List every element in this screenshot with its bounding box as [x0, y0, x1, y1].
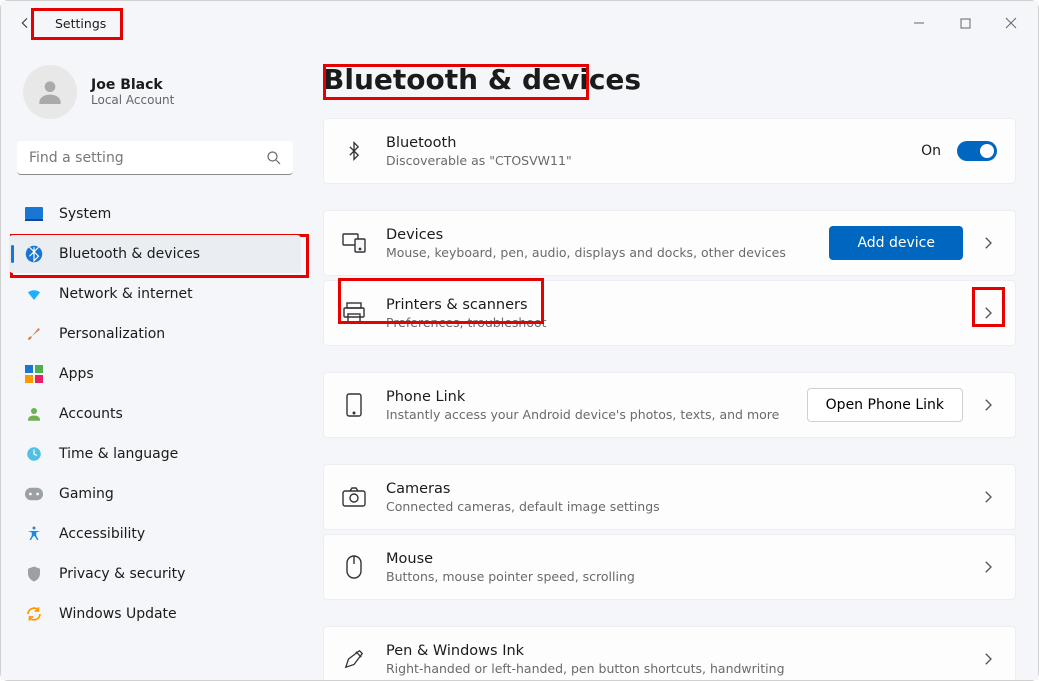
nav-apps[interactable]: Apps	[9, 355, 301, 393]
sidebar: Joe Black Local Account System Bluetooth…	[1, 45, 309, 680]
card-pen-windows-ink[interactable]: Pen & Windows Ink Right-handed or left-h…	[323, 626, 1016, 680]
nav-privacy-security[interactable]: Privacy & security	[9, 555, 301, 593]
nav-label: Accessibility	[59, 526, 145, 542]
shield-icon	[25, 565, 43, 583]
nav-label: Personalization	[59, 326, 165, 342]
person-icon	[25, 405, 43, 423]
card-sub: Connected cameras, default image setting…	[386, 499, 959, 514]
maximize-button[interactable]	[942, 7, 988, 39]
card-sub: Right-handed or left-handed, pen button …	[386, 661, 959, 676]
nav-accounts[interactable]: Accounts	[9, 395, 301, 433]
annotation-settings	[31, 8, 123, 40]
nav-bluetooth-devices[interactable]: Bluetooth & devices	[9, 235, 301, 273]
nav-label: Time & language	[59, 446, 178, 462]
card-bluetooth[interactable]: Bluetooth Discoverable as "CTOSVW11" On	[323, 118, 1016, 184]
nav-label: Windows Update	[59, 606, 177, 622]
card-title: Devices	[386, 227, 809, 243]
clock-icon	[25, 445, 43, 463]
card-mouse[interactable]: Mouse Buttons, mouse pointer speed, scro…	[323, 534, 1016, 600]
chevron-right-icon	[979, 396, 997, 414]
nav-accessibility[interactable]: Accessibility	[9, 515, 301, 553]
nav-label: Accounts	[59, 406, 123, 422]
bluetooth-state: On	[921, 143, 941, 159]
nav-label: Privacy & security	[59, 566, 185, 582]
account-name: Joe Black	[91, 77, 174, 93]
update-icon	[25, 605, 43, 623]
chevron-right-icon	[979, 558, 997, 576]
accessibility-icon	[25, 525, 43, 543]
avatar	[23, 65, 77, 119]
chevron-right-icon	[979, 650, 997, 668]
bluetooth-icon	[25, 245, 43, 263]
bluetooth-toggle[interactable]	[957, 141, 997, 161]
wifi-icon	[25, 285, 43, 303]
card-title: Cameras	[386, 481, 959, 497]
card-sub: Mouse, keyboard, pen, audio, displays an…	[386, 245, 809, 260]
main: Bluetooth & devices Bluetooth Discoverab…	[309, 45, 1038, 680]
nav-personalization[interactable]: Personalization	[9, 315, 301, 353]
add-device-button[interactable]: Add device	[829, 226, 963, 260]
mouse-icon	[342, 555, 366, 579]
brush-icon	[25, 325, 43, 343]
card-sub: Buttons, mouse pointer speed, scrolling	[386, 569, 959, 584]
pen-icon	[342, 647, 366, 671]
card-phone-link[interactable]: Phone Link Instantly access your Android…	[323, 372, 1016, 438]
nav-gaming[interactable]: Gaming	[9, 475, 301, 513]
annotation-heading	[323, 64, 589, 100]
devices-icon	[342, 231, 366, 255]
card-sub: Instantly access your Android device's p…	[386, 407, 787, 422]
apps-icon	[25, 365, 43, 383]
nav-windows-update[interactable]: Windows Update	[9, 595, 301, 633]
nav-time-language[interactable]: Time & language	[9, 435, 301, 473]
chevron-right-icon	[979, 234, 997, 252]
account-sub: Local Account	[91, 93, 174, 107]
account-block[interactable]: Joe Black Local Account	[9, 61, 301, 137]
open-phone-link-button[interactable]: Open Phone Link	[807, 388, 963, 422]
card-title: Mouse	[386, 551, 959, 567]
camera-icon	[342, 485, 366, 509]
nav: System Bluetooth & devices Network & int…	[9, 195, 301, 633]
system-icon	[25, 205, 43, 223]
bluetooth-icon	[342, 139, 366, 163]
phone-icon	[342, 393, 366, 417]
close-button[interactable]	[988, 7, 1034, 39]
nav-label: Bluetooth & devices	[59, 246, 200, 262]
search-input[interactable]	[17, 141, 293, 175]
card-title: Bluetooth	[386, 135, 901, 151]
nav-label: Apps	[59, 366, 94, 382]
card-cameras[interactable]: Cameras Connected cameras, default image…	[323, 464, 1016, 530]
nav-label: Gaming	[59, 486, 114, 502]
chevron-right-icon	[979, 488, 997, 506]
card-title: Pen & Windows Ink	[386, 643, 959, 659]
gamepad-icon	[25, 485, 43, 503]
nav-label: Network & internet	[59, 286, 193, 302]
card-sub: Discoverable as "CTOSVW11"	[386, 153, 901, 168]
search-icon	[265, 149, 283, 167]
nav-system[interactable]: System	[9, 195, 301, 233]
nav-network[interactable]: Network & internet	[9, 275, 301, 313]
minimize-button[interactable]	[896, 7, 942, 39]
nav-label: System	[59, 206, 111, 222]
annotation-printers-chevron	[972, 287, 1005, 327]
card-title: Phone Link	[386, 389, 787, 405]
titlebar: Settings	[1, 1, 1038, 45]
annotation-printers	[338, 278, 544, 324]
card-devices[interactable]: Devices Mouse, keyboard, pen, audio, dis…	[323, 210, 1016, 276]
